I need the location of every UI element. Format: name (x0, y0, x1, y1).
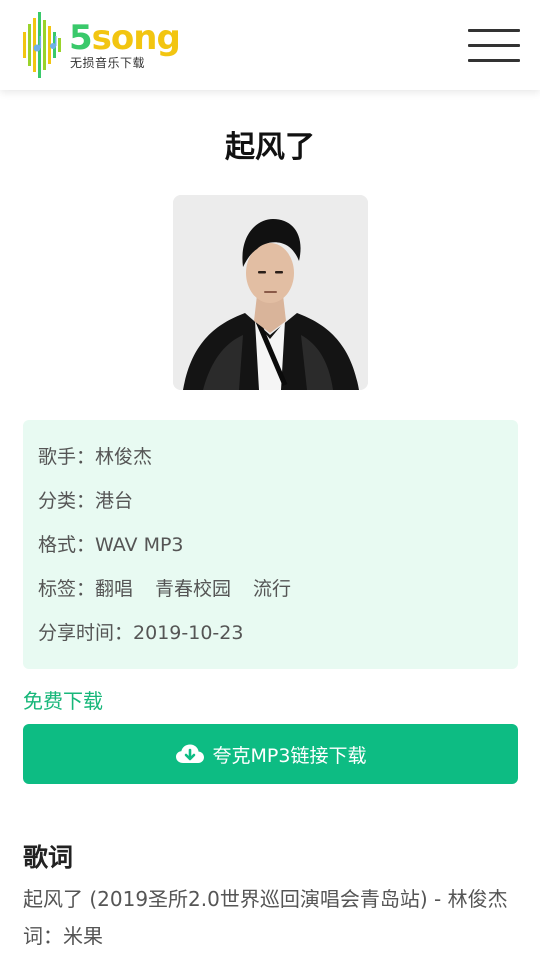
share-time-value: 2019-10-23 (133, 622, 244, 644)
tags-row: 标签：翻唱 青春校园 流行 (38, 574, 503, 618)
sound-wave-logo-icon (23, 12, 61, 78)
song-info-panel: 歌手：林俊杰 分类：港台 格式：WAV MP3 标签：翻唱 青春校园 流行 分享时间… (23, 420, 518, 669)
logo-number: 5 (69, 18, 93, 58)
format-label: 格式： (38, 534, 96, 556)
site-logo[interactable]: 5song 无损音乐下载 (22, 12, 192, 78)
cloud-download-icon (175, 744, 204, 763)
singer-label: 歌手： (38, 446, 96, 468)
hamburger-menu-icon[interactable] (466, 28, 522, 64)
share-time-label: 分享时间： (38, 622, 134, 644)
category-row: 分类：港台 (38, 486, 503, 530)
format-row: 格式：WAV MP3 (38, 530, 503, 574)
song-cover-image (173, 195, 368, 390)
download-button-label: 夸克MP3链接下载 (212, 744, 367, 767)
quark-mp3-download-button[interactable]: 夸克MP3链接下载 (23, 724, 518, 784)
lyrics-heading: 歌词 (23, 843, 74, 872)
lyric-line: 词：米果 (23, 924, 103, 948)
free-download-link[interactable]: 免费下载 (23, 686, 103, 716)
category-label: 分类： (38, 490, 96, 512)
singer-value[interactable]: 林俊杰 (95, 446, 152, 468)
share-time-row: 分享时间：2019-10-23 (38, 618, 503, 662)
lyric-line: 起风了 (2019圣所2.0世界巡回演唱会青岛站) - 林俊杰 (23, 887, 508, 911)
category-value[interactable]: 港台 (95, 490, 133, 512)
logo-word: song (91, 18, 181, 58)
logo-subtitle: 无损音乐下载 (70, 56, 146, 70)
singer-row: 歌手：林俊杰 (38, 442, 503, 486)
tag-liuxing[interactable]: 流行 (253, 578, 291, 600)
tag-fanchang[interactable]: 翻唱 (95, 578, 133, 600)
format-value: WAV MP3 (95, 534, 184, 556)
tags-label: 标签： (38, 578, 96, 600)
logo-wordmark: 5song (69, 18, 181, 58)
site-header: 5song 无损音乐下载 (0, 0, 540, 90)
song-title: 起风了 (225, 130, 315, 165)
tag-qingchun-xiaoyuan[interactable]: 青春校园 (155, 578, 231, 600)
